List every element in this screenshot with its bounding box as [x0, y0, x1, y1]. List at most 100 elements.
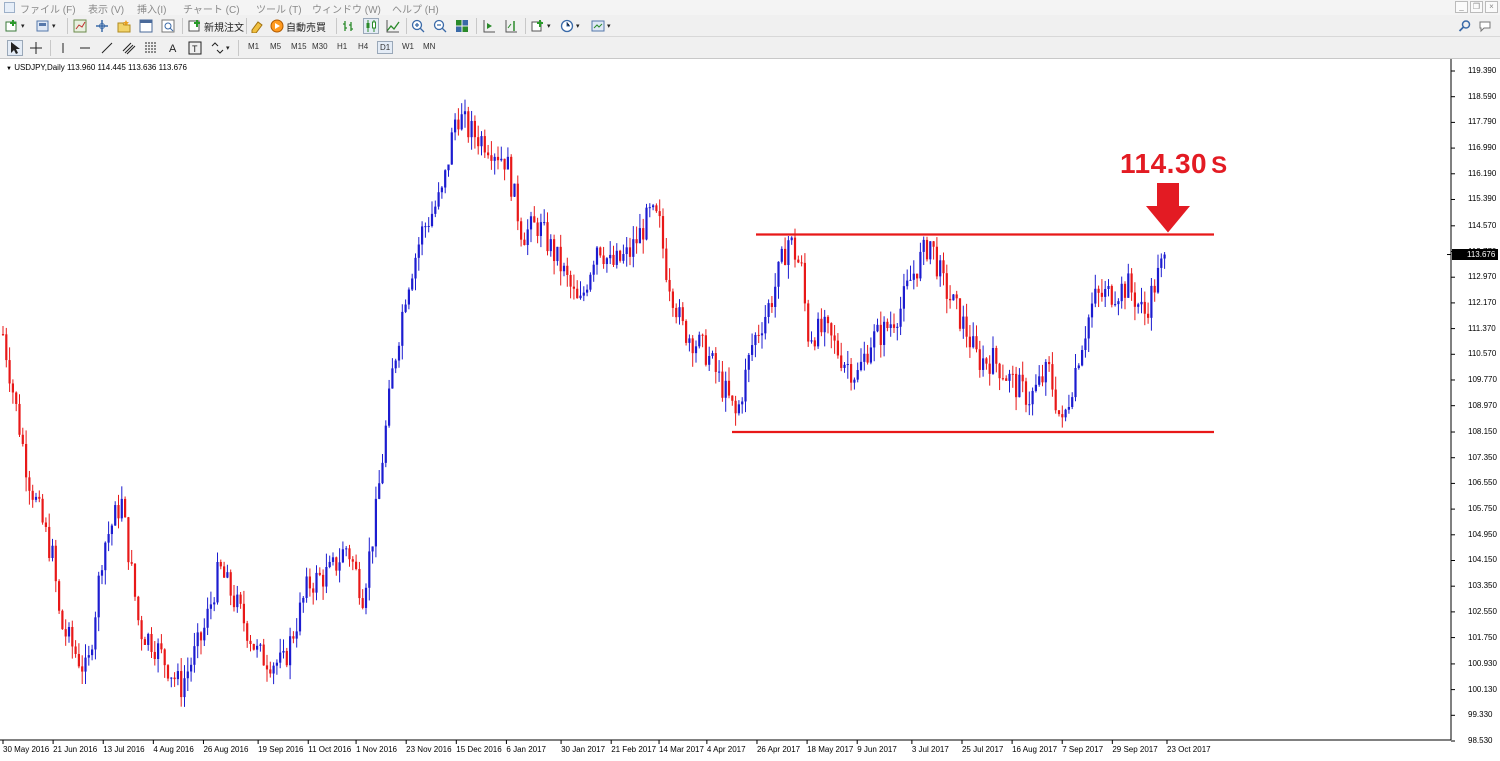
time-tick-label: 26 Aug 2016 — [203, 745, 249, 754]
restore-icon[interactable]: ❐ — [1470, 1, 1483, 13]
tile-windows-button[interactable] — [455, 18, 469, 34]
current-price-tag: 113.676 — [1452, 249, 1498, 261]
bearish-candle — [232, 595, 236, 608]
time-tick-label: 11 Oct 2016 — [308, 745, 352, 754]
bullish-candle — [190, 664, 193, 672]
candlestick-button[interactable] — [363, 18, 379, 34]
bearish-candle — [968, 336, 971, 348]
bullish-candle — [698, 334, 701, 347]
menu-view[interactable]: 表示 (V) — [88, 1, 124, 16]
bearish-candle — [925, 239, 929, 260]
channel-button[interactable] — [122, 40, 136, 56]
menu-window[interactable]: ウィンドウ (W) — [312, 1, 381, 16]
text-button[interactable]: A — [166, 40, 180, 56]
timeframe-mn[interactable]: MN — [421, 41, 437, 52]
bearish-candle — [932, 241, 935, 247]
bullish-candle — [526, 229, 529, 246]
cursor-button[interactable] — [7, 40, 23, 56]
zoom-out-button[interactable] — [433, 18, 447, 34]
tester-button[interactable] — [161, 18, 175, 34]
new-order-button[interactable]: 新規注文 — [188, 18, 244, 34]
periodicity-button[interactable]: ▾ — [560, 18, 580, 34]
market-watch-button[interactable] — [73, 18, 87, 34]
menu-help[interactable]: ヘルプ (H) — [392, 1, 439, 16]
auto-trade-button[interactable]: 自動売買 — [270, 18, 326, 34]
time-tick-label: 4 Apr 2017 — [706, 745, 746, 754]
bullish-candle — [764, 316, 767, 334]
crosshair-icon — [30, 42, 42, 54]
profiles-button[interactable]: ▾ — [36, 18, 56, 34]
bullish-candle — [315, 572, 318, 593]
crosshair-button[interactable] — [29, 40, 43, 56]
menu-file[interactable]: ファイル (F) — [20, 1, 76, 16]
bullish-candle — [203, 627, 206, 641]
bearish-candle — [160, 643, 163, 650]
bullish-candle — [817, 318, 820, 347]
bearish-candle — [1005, 378, 1008, 381]
bar-chart-button[interactable] — [342, 18, 356, 34]
arrows-button[interactable]: ▾ — [210, 40, 230, 56]
bearish-candle — [671, 291, 674, 308]
bullish-candle — [480, 136, 483, 147]
bullish-candle — [275, 662, 278, 666]
bullish-candle — [711, 353, 714, 356]
vertical-line-button[interactable] — [56, 40, 70, 56]
metaeditor-button[interactable] — [250, 18, 264, 34]
price-tick-label: 111.370 — [1468, 323, 1496, 333]
bullish-candle — [962, 316, 965, 329]
price-tick-label: 118.590 — [1468, 91, 1497, 101]
timeframe-m5[interactable]: M5 — [268, 41, 283, 52]
indicators-button[interactable]: ▾ — [531, 18, 551, 34]
menu-tools[interactable]: ツール (T) — [256, 1, 302, 16]
timeframe-h1[interactable]: H1 — [335, 41, 349, 52]
bearish-candle — [602, 255, 605, 265]
menu-insert[interactable]: 挿入(I) — [137, 1, 166, 16]
chart-shift-button[interactable] — [504, 18, 518, 34]
chat-button[interactable] — [1478, 18, 1492, 34]
bullish-candle — [120, 498, 123, 519]
minimize-icon[interactable]: _ — [1455, 1, 1468, 13]
horizontal-line-button[interactable] — [78, 40, 92, 56]
close-icon[interactable]: × — [1485, 1, 1498, 13]
text-icon: A — [169, 43, 177, 55]
new-chart-button[interactable]: ▾ — [5, 18, 25, 34]
bearish-candle — [619, 250, 622, 261]
price-chart[interactable] — [0, 59, 1500, 761]
line-chart-button[interactable] — [386, 18, 400, 34]
menu-chart[interactable]: チャート (C) — [183, 1, 240, 16]
terminal-button[interactable] — [139, 18, 153, 34]
bullish-candle — [454, 119, 457, 133]
timeframe-w1[interactable]: W1 — [400, 41, 416, 52]
bearish-candle — [945, 273, 948, 299]
bullish-candle — [1008, 373, 1011, 381]
fibonacci-button[interactable] — [144, 40, 158, 56]
bullish-candle — [381, 462, 384, 484]
time-tick-label: 18 May 2017 — [807, 745, 854, 754]
auto-scroll-button[interactable] — [482, 18, 496, 34]
timeframe-m15[interactable]: M15 — [289, 41, 309, 52]
text-label-button[interactable]: T — [188, 40, 202, 56]
bearish-candle — [784, 248, 787, 266]
svg-text:A: A — [169, 43, 177, 55]
timeframe-m30[interactable]: M30 — [310, 41, 330, 52]
templates-button[interactable]: ▾ — [591, 18, 611, 34]
bearish-candle — [467, 111, 470, 138]
bullish-candle — [196, 632, 199, 647]
bullish-candle — [1117, 301, 1120, 305]
time-tick-label: 7 Sep 2017 — [1062, 745, 1104, 754]
zoom-in-button[interactable] — [411, 18, 425, 34]
bearish-candle — [840, 355, 843, 368]
crosshair-move-button[interactable] — [95, 18, 109, 34]
navigator-button[interactable] — [117, 18, 131, 34]
timeframe-h4[interactable]: H4 — [356, 41, 370, 52]
timeframe-m1[interactable]: M1 — [246, 41, 261, 52]
timeframe-d1[interactable]: D1 — [377, 41, 394, 54]
bearish-candle — [965, 316, 968, 337]
bullish-candle — [302, 597, 305, 603]
svg-text:T: T — [192, 44, 198, 54]
search-button[interactable] — [1458, 18, 1472, 34]
terminal-icon — [139, 19, 153, 33]
trendline-button[interactable] — [100, 40, 114, 56]
bullish-candle — [543, 222, 546, 224]
bearish-candle — [1051, 364, 1054, 390]
